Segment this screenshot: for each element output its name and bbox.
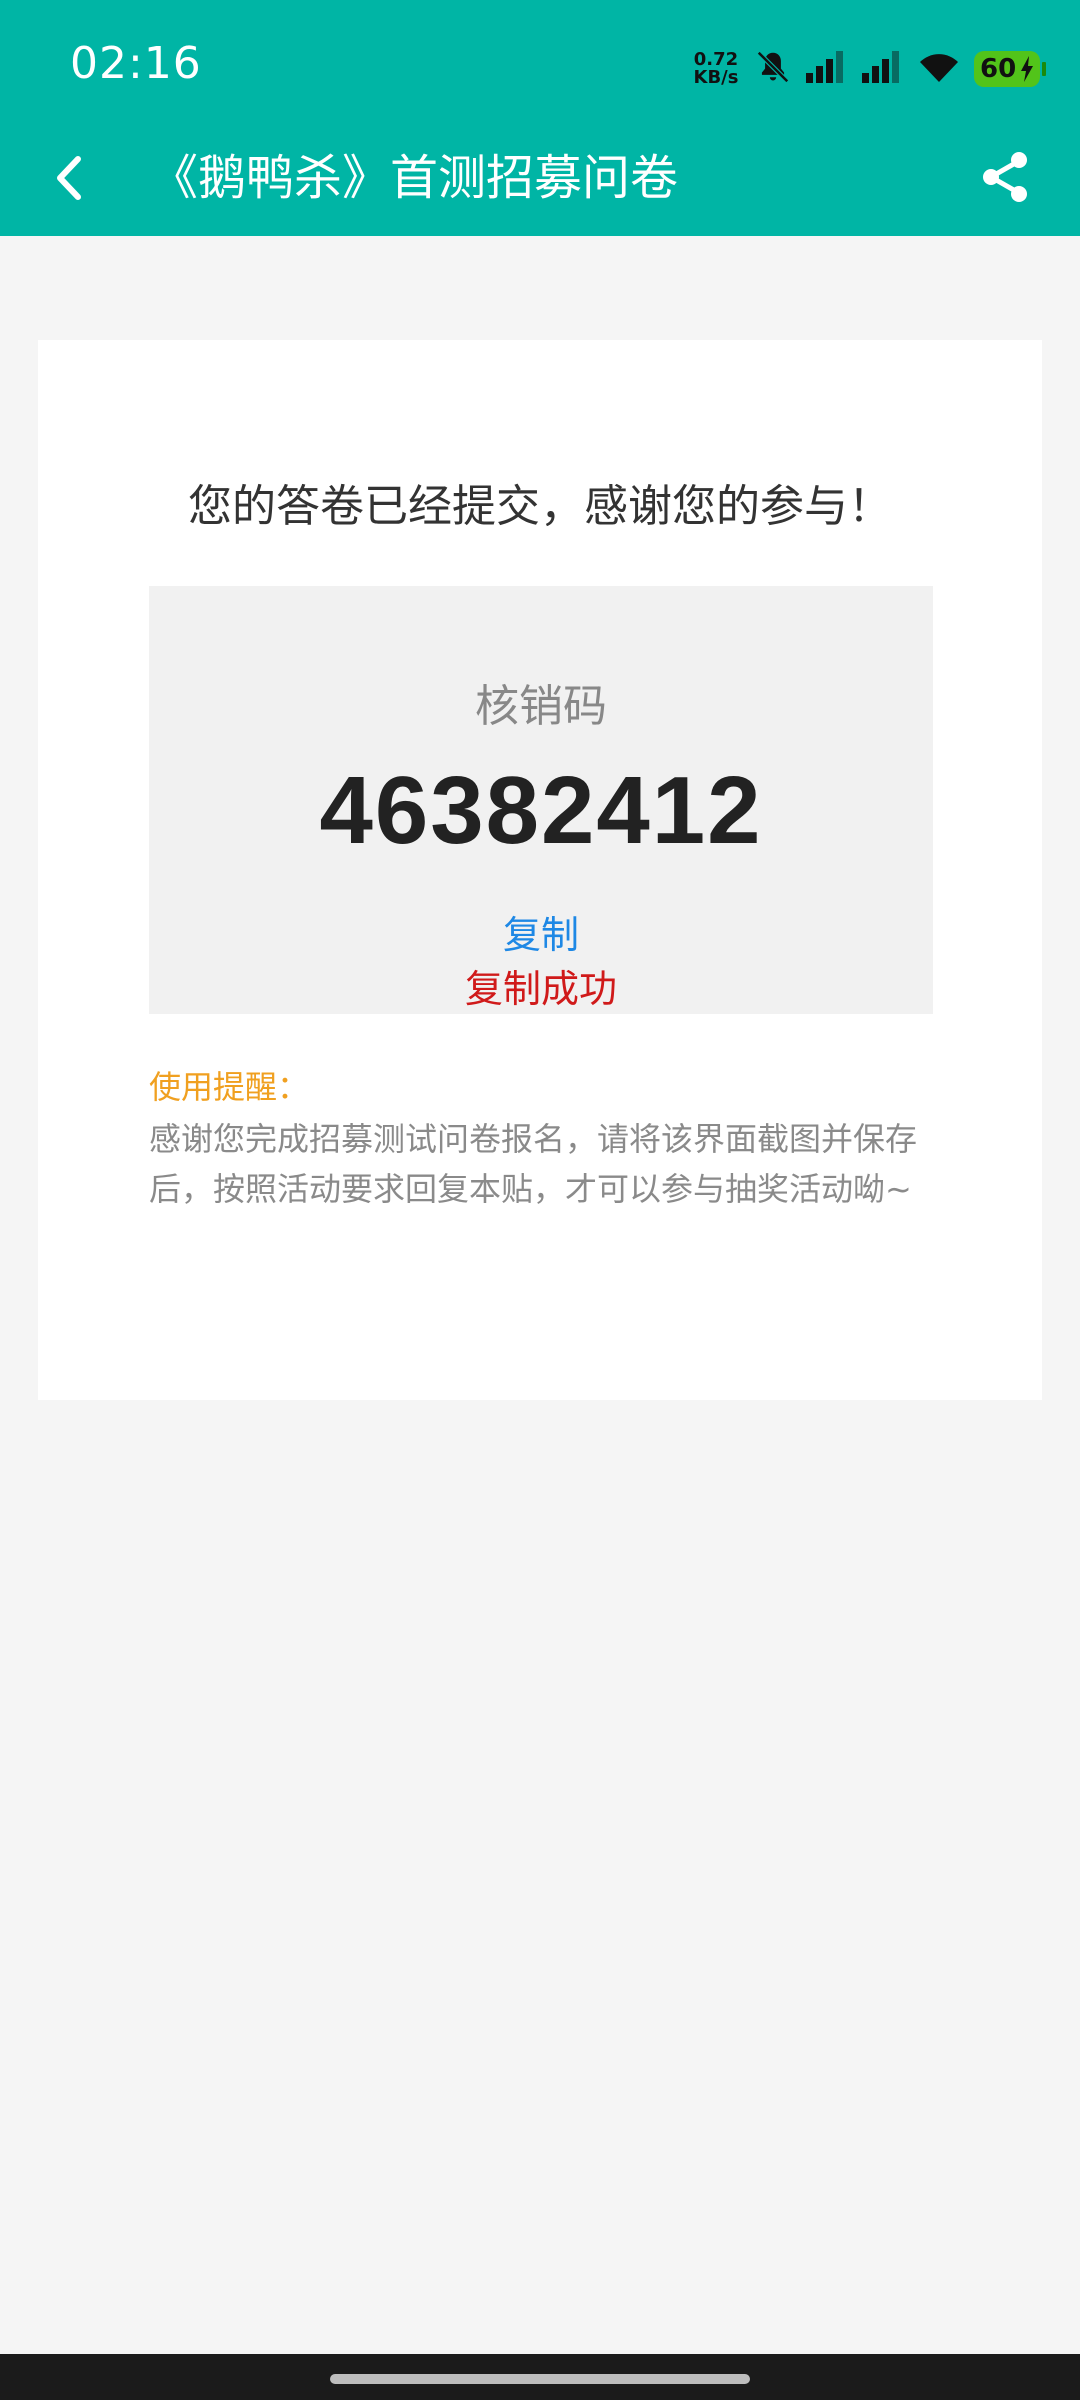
share-button[interactable] — [970, 144, 1040, 214]
page-title: 《鹅鸭杀》首测招募问卷 — [150, 150, 679, 206]
back-button[interactable] — [40, 150, 100, 210]
screen: 02:16 0.72 KB/s 60 《鹅鸭杀》首测招募问卷 您的答卷已经提交，… — [0, 0, 1080, 2400]
network-speed: 0.72 KB/s — [690, 51, 742, 87]
result-card: 您的答卷已经提交，感谢您的参与！ 核销码 46382412 复制 复制成功 使用… — [38, 340, 1042, 1400]
network-speed-unit: KB/s — [693, 67, 739, 88]
verification-code: 46382412 — [319, 757, 763, 864]
share-icon — [977, 149, 1033, 209]
verification-code-box: 核销码 46382412 复制 复制成功 — [149, 586, 933, 1014]
battery-level: 60 — [980, 54, 1017, 84]
signal-icon — [860, 49, 904, 89]
reminder-body: 感谢您完成招募测试问卷报名，请将该界面截图并保存后，按照活动要求回复本贴，才可以… — [149, 1120, 918, 1208]
signal-icon — [804, 49, 848, 89]
copy-success-message: 复制成功 — [464, 967, 617, 1011]
home-gesture-handle[interactable] — [330, 2374, 750, 2384]
app-bar: 《鹅鸭杀》首测招募问卷 — [0, 130, 1080, 236]
bell-muted-icon — [754, 48, 792, 90]
battery-cap — [1042, 62, 1046, 76]
chevron-left-icon — [50, 153, 90, 207]
reminder-title: 使用提醒： — [149, 1068, 310, 1106]
code-label: 核销码 — [475, 681, 607, 732]
success-message: 您的答卷已经提交，感谢您的参与！ — [188, 481, 892, 532]
status-icons: 0.72 KB/s 60 — [690, 44, 1046, 94]
charging-bolt-icon — [1020, 56, 1034, 86]
status-bar: 02:16 0.72 KB/s 60 — [0, 0, 1080, 130]
status-time: 02:16 — [70, 38, 202, 89]
battery-icon: 60 — [974, 51, 1046, 87]
copy-button[interactable]: 复制 — [441, 904, 641, 959]
wifi-icon — [916, 48, 962, 90]
navigation-bar — [0, 2354, 1080, 2400]
